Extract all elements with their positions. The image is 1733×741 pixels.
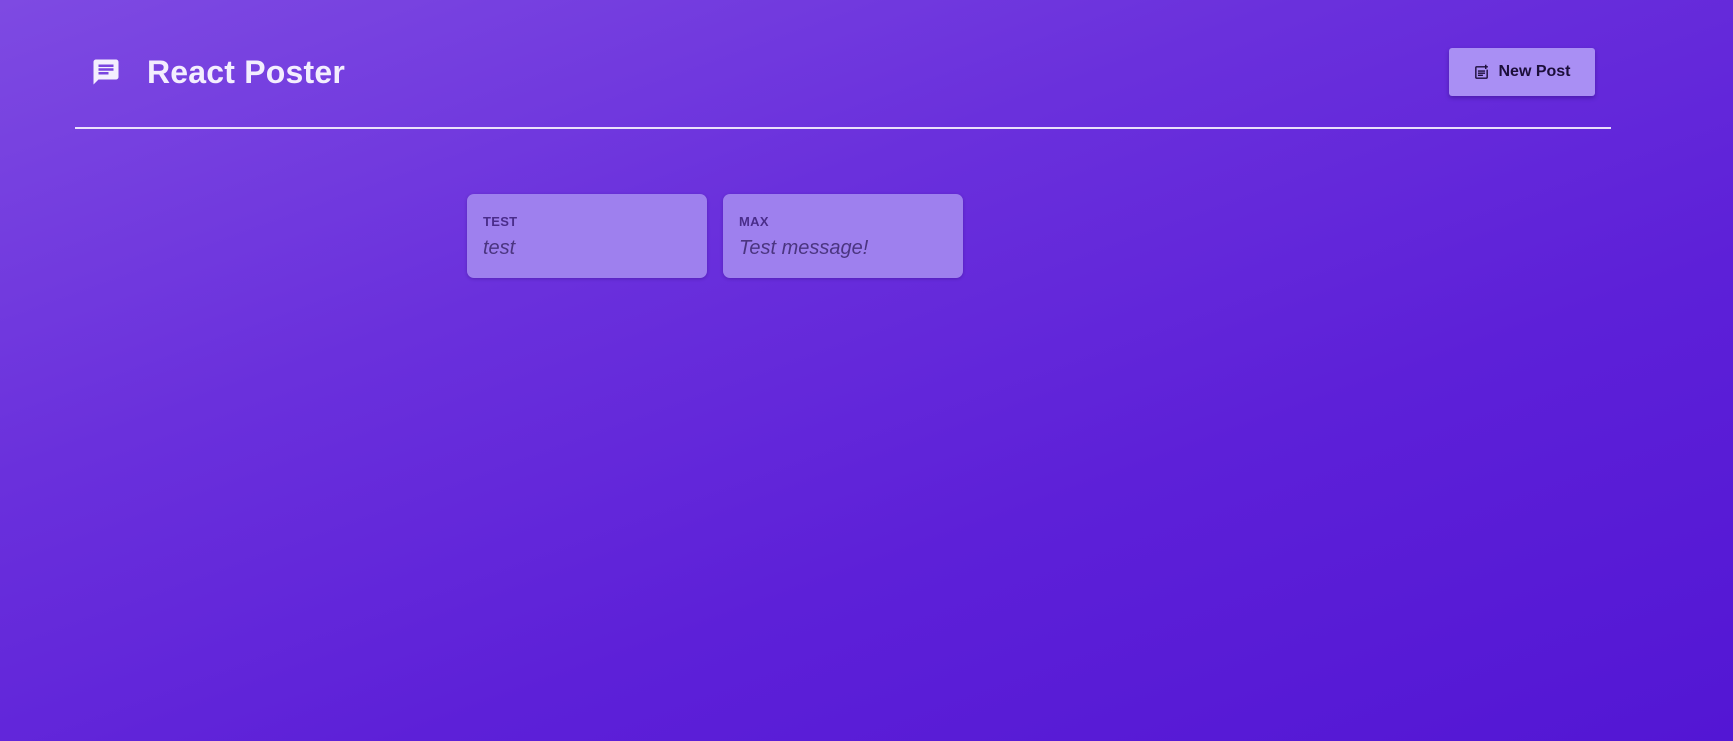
post-author: MAX xyxy=(739,214,769,229)
post-body: Test message! xyxy=(739,237,869,259)
new-post-button[interactable]: New Post xyxy=(1449,48,1595,96)
post-card[interactable]: TEST test xyxy=(467,194,707,278)
brand: React Poster xyxy=(91,52,345,92)
app-header: React Poster New Post xyxy=(75,0,1611,129)
note-add-icon xyxy=(1473,64,1490,81)
posts-list: TEST test MAX Test message! xyxy=(467,194,963,278)
message-icon xyxy=(91,57,121,87)
post-author: TEST xyxy=(483,214,518,229)
app-title: React Poster xyxy=(147,53,346,90)
post-card[interactable]: MAX Test message! xyxy=(723,194,963,278)
post-body: test xyxy=(483,237,516,259)
new-post-label: New Post xyxy=(1498,63,1571,80)
